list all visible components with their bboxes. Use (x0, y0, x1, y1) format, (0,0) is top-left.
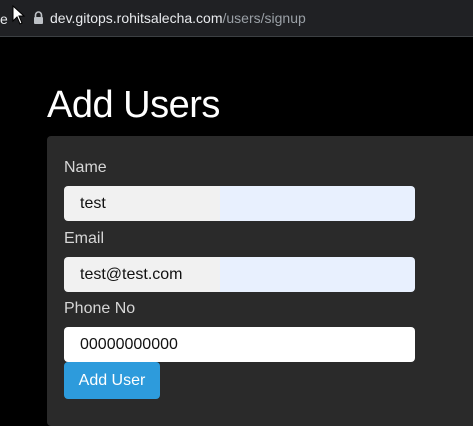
lock-icon[interactable] (33, 11, 44, 25)
address-bar-divider (0, 36, 473, 37)
url-path: /users/signup (222, 10, 306, 26)
name-label: Name (64, 159, 107, 176)
page-title: Add Users (47, 84, 220, 126)
mouse-cursor-icon (12, 5, 26, 25)
name-input[interactable] (64, 186, 415, 221)
add-user-button[interactable]: Add User (64, 362, 160, 399)
browser-address-bar: e dev.gitops.rohitsalecha.com/users/sign… (0, 0, 473, 37)
tab-strip-edge-text: e (0, 11, 8, 27)
phone-input[interactable] (64, 327, 415, 362)
email-label: Email (64, 230, 105, 247)
email-input[interactable] (64, 257, 415, 292)
phone-label: Phone No (64, 300, 136, 317)
url-host: dev.gitops.rohitsalecha.com (50, 10, 223, 26)
url-field[interactable]: dev.gitops.rohitsalecha.com/users/signup (50, 10, 306, 27)
